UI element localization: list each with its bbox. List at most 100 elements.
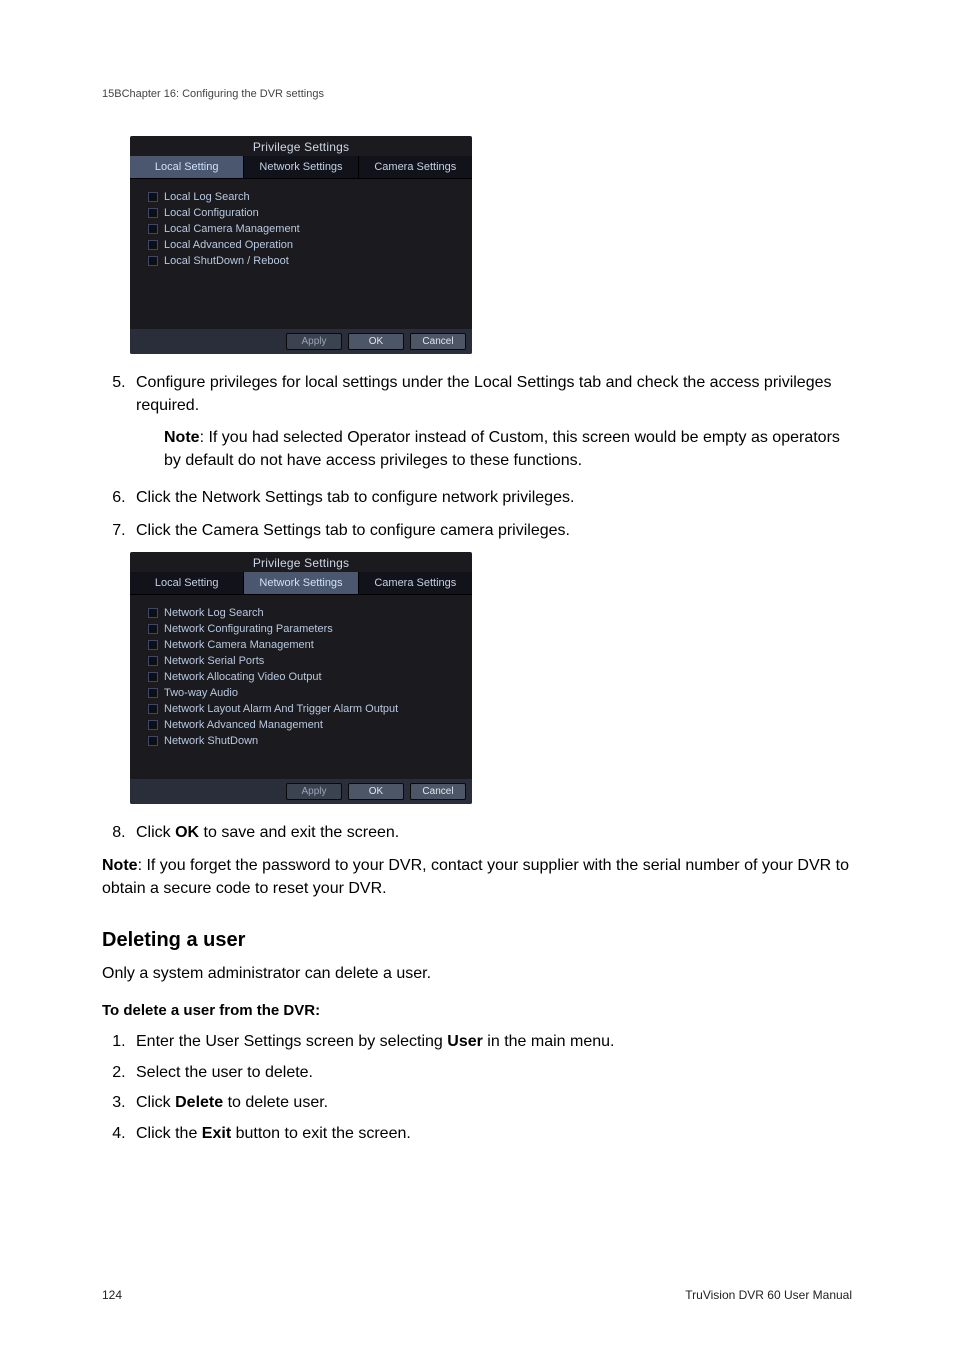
- section-intro: Only a system administrator can delete a…: [102, 963, 852, 986]
- checkbox-label: Local Camera Management: [164, 223, 300, 235]
- dialog-title: Privilege Settings: [130, 136, 472, 156]
- checkbox-icon[interactable]: [148, 736, 158, 746]
- step-text-post: button to exit the screen.: [231, 1125, 411, 1142]
- note-block: Note: If you had selected Operator inste…: [164, 427, 852, 472]
- checkbox-icon[interactable]: [148, 704, 158, 714]
- checkbox-row[interactable]: Two-way Audio: [148, 685, 462, 701]
- button-bar: Apply OK Cancel: [130, 779, 472, 804]
- checkbox-label: Local Log Search: [164, 191, 250, 203]
- checkbox-icon[interactable]: [148, 240, 158, 250]
- procedure-heading: To delete a user from the DVR:: [102, 1000, 852, 1021]
- tab-bar: Local Setting Network Settings Camera Se…: [130, 572, 472, 595]
- dialog-title: Privilege Settings: [130, 552, 472, 572]
- checkbox-row[interactable]: Network Layout Alarm And Trigger Alarm O…: [148, 701, 462, 717]
- step-bold: Exit: [202, 1125, 231, 1142]
- step-bold: Delete: [175, 1094, 223, 1111]
- checkbox-row[interactable]: Local Log Search: [148, 189, 462, 205]
- checkbox-icon[interactable]: [148, 624, 158, 634]
- figure-privilege-local: Privilege Settings Local Setting Network…: [130, 136, 472, 354]
- tab-local-setting[interactable]: Local Setting: [130, 572, 244, 594]
- step-text-pre: Click: [136, 1094, 175, 1111]
- step-text-post: to save and exit the screen.: [199, 824, 399, 841]
- note-label: Note: [102, 857, 138, 874]
- checkbox-icon[interactable]: [148, 608, 158, 618]
- del-step-4: Click the Exit button to exit the screen…: [130, 1123, 852, 1146]
- checkbox-icon[interactable]: [148, 208, 158, 218]
- tab-bar: Local Setting Network Settings Camera Se…: [130, 156, 472, 179]
- step-bold: User: [447, 1033, 483, 1050]
- checkbox-icon[interactable]: [148, 720, 158, 730]
- page-footer: 124 TruVision DVR 60 User Manual: [102, 1288, 852, 1302]
- checkbox-row[interactable]: Network ShutDown: [148, 733, 462, 749]
- step-bold: OK: [175, 824, 199, 841]
- del-step-3: Click Delete to delete user.: [130, 1092, 852, 1115]
- step-text-post: in the main menu.: [483, 1033, 615, 1050]
- step-7: Click the Camera Settings tab to configu…: [130, 520, 852, 543]
- apply-button[interactable]: Apply: [286, 783, 342, 800]
- checkbox-row[interactable]: Network Allocating Video Output: [148, 669, 462, 685]
- checkbox-label: Local ShutDown / Reboot: [164, 255, 289, 267]
- step-text: Configure privileges for local settings …: [136, 374, 832, 414]
- checkbox-panel: Network Log Search Network Configurating…: [130, 595, 472, 779]
- step-6: Click the Network Settings tab to config…: [130, 487, 852, 510]
- section-heading: Deleting a user: [102, 926, 852, 954]
- checkbox-label: Network Layout Alarm And Trigger Alarm O…: [164, 703, 398, 715]
- checkbox-label: Network Serial Ports: [164, 655, 264, 667]
- checkbox-row[interactable]: Network Advanced Management: [148, 717, 462, 733]
- checkbox-icon[interactable]: [148, 192, 158, 202]
- tab-camera-settings[interactable]: Camera Settings: [359, 156, 472, 178]
- checkbox-row[interactable]: Network Serial Ports: [148, 653, 462, 669]
- checkbox-label: Local Configuration: [164, 207, 259, 219]
- checkbox-row[interactable]: Local Configuration: [148, 205, 462, 221]
- checkbox-icon[interactable]: [148, 256, 158, 266]
- checkbox-icon[interactable]: [148, 688, 158, 698]
- steps-list: Configure privileges for local settings …: [102, 372, 852, 542]
- step-text-pre: Click the: [136, 1125, 202, 1142]
- checkbox-label: Network Configurating Parameters: [164, 623, 333, 635]
- checkbox-label: Network Allocating Video Output: [164, 671, 322, 683]
- checkbox-label: Network Log Search: [164, 607, 264, 619]
- checkbox-row[interactable]: Local Advanced Operation: [148, 237, 462, 253]
- note-label: Note: [164, 429, 200, 446]
- step-text-pre: Enter the User Settings screen by select…: [136, 1033, 447, 1050]
- checkbox-panel: Local Log Search Local Configuration Loc…: [130, 179, 472, 329]
- figure-privilege-network: Privilege Settings Local Setting Network…: [130, 552, 472, 804]
- checkbox-icon[interactable]: [148, 224, 158, 234]
- step-5: Configure privileges for local settings …: [130, 372, 852, 473]
- checkbox-label: Local Advanced Operation: [164, 239, 293, 251]
- delete-steps: Enter the User Settings screen by select…: [102, 1031, 852, 1146]
- checkbox-row[interactable]: Network Camera Management: [148, 637, 462, 653]
- ok-button[interactable]: OK: [348, 333, 404, 350]
- del-step-1: Enter the User Settings screen by select…: [130, 1031, 852, 1054]
- cancel-button[interactable]: Cancel: [410, 333, 466, 350]
- ok-button[interactable]: OK: [348, 783, 404, 800]
- button-bar: Apply OK Cancel: [130, 329, 472, 354]
- checkbox-label: Two-way Audio: [164, 687, 238, 699]
- checkbox-label: Network ShutDown: [164, 735, 258, 747]
- note-text: : If you forget the password to your DVR…: [102, 857, 849, 897]
- checkbox-row[interactable]: Local Camera Management: [148, 221, 462, 237]
- cancel-button[interactable]: Cancel: [410, 783, 466, 800]
- checkbox-icon[interactable]: [148, 640, 158, 650]
- checkbox-row[interactable]: Local ShutDown / Reboot: [148, 253, 462, 269]
- step-8: Click OK to save and exit the screen.: [130, 822, 852, 845]
- checkbox-label: Network Advanced Management: [164, 719, 323, 731]
- steps-list-cont: Click OK to save and exit the screen.: [102, 822, 852, 845]
- note-text: : If you had selected Operator instead o…: [164, 429, 840, 469]
- tab-network-settings[interactable]: Network Settings: [244, 572, 358, 594]
- running-head: 15BChapter 16: Configuring the DVR setti…: [102, 88, 852, 100]
- tab-local-setting[interactable]: Local Setting: [130, 156, 244, 178]
- tab-camera-settings[interactable]: Camera Settings: [359, 572, 472, 594]
- checkbox-row[interactable]: Network Configurating Parameters: [148, 621, 462, 637]
- del-step-2: Select the user to delete.: [130, 1062, 852, 1085]
- checkbox-row[interactable]: Network Log Search: [148, 605, 462, 621]
- step-text-pre: Click: [136, 824, 175, 841]
- checkbox-icon[interactable]: [148, 672, 158, 682]
- checkbox-icon[interactable]: [148, 656, 158, 666]
- manual-title: TruVision DVR 60 User Manual: [685, 1288, 852, 1302]
- note-block: Note: If you forget the password to your…: [102, 855, 852, 900]
- tab-network-settings[interactable]: Network Settings: [244, 156, 358, 178]
- apply-button[interactable]: Apply: [286, 333, 342, 350]
- page-number: 124: [102, 1288, 122, 1302]
- checkbox-label: Network Camera Management: [164, 639, 314, 651]
